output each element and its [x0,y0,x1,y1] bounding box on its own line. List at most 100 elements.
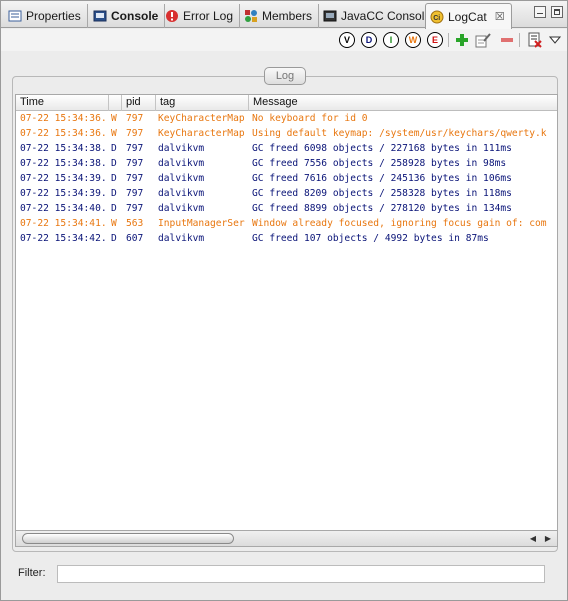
tab-properties[interactable]: Properties [4,4,88,28]
tab-label: Console [111,9,159,23]
tab-members[interactable]: Members [240,4,320,28]
cell-time: 07-22 15:34:38. [20,158,107,169]
log-table[interactable]: Time pid tag Message 07-22 15:34:36. W 797… [15,94,558,531]
cell-message: Using default keymap: /system/usr/keycha… [252,128,547,139]
table-row[interactable]: 07-22 15:34:39. D 797 dalvikvm GC freed 8209… [16,186,557,201]
cell-level: D [111,173,117,184]
cell-level: D [111,203,117,214]
cell-message: GC freed 107 objects / 4992 bytes in 87m… [252,233,489,244]
cell-tag: KeyCharacterMap [158,128,245,139]
info-level-button[interactable]: I [383,32,399,48]
cell-tag: dalvikvm [158,188,205,199]
view-menu-icon[interactable] [547,32,563,48]
cell-time: 07-22 15:34:39. [20,188,107,199]
tab-label: LogCat [448,9,487,24]
edit-filter-icon[interactable] [475,32,491,48]
table-row[interactable]: 07-22 15:34:39. D 797 dalvikvm GC freed 7616… [16,171,557,186]
info-letter: I [389,35,393,45]
add-filter-icon[interactable] [454,32,470,48]
column-header-level[interactable] [109,95,122,111]
cell-message: No keyboard for id 0 [252,113,368,124]
cell-level: D [111,143,117,154]
log-rows: 07-22 15:34:36. W 797 KeyCharacterMap No key… [16,111,557,246]
tab-label: JavaCC Consol [341,9,425,23]
cell-time: 07-22 15:34:40. [20,203,107,214]
minimize-view-button[interactable] [534,6,546,18]
scroll-left-arrow-icon[interactable]: ◀ [526,532,540,545]
cell-time: 07-22 15:34:36. [20,113,107,124]
table-row[interactable]: 07-22 15:34:36. W 797 KeyCharacterMap Using … [16,126,557,141]
cell-level: W [111,218,117,229]
cell-pid: 797 [126,173,144,184]
tab-logcat[interactable]: Ci LogCat ☒ [425,3,512,29]
tab-bar: Properties Console Error Log Members Jav… [1,1,567,29]
cell-tag: dalvikvm [158,203,205,214]
cell-level: W [111,128,117,139]
cell-pid: 797 [126,188,144,199]
remove-filter-icon[interactable] [499,32,515,48]
filter-input[interactable] [57,565,545,583]
table-row[interactable]: 07-22 15:34:38. D 797 dalvikvm GC freed 6098… [16,141,557,156]
cell-time: 07-22 15:34:39. [20,173,107,184]
table-row[interactable]: 07-22 15:34:38. D 797 dalvikvm GC freed 7556… [16,156,557,171]
cell-tag: dalvikvm [158,233,205,244]
tab-error-log[interactable]: Error Log [161,4,241,28]
error-log-icon [165,9,179,23]
svg-text:Ci: Ci [433,15,440,22]
cell-pid: 797 [126,143,144,154]
column-header-pid[interactable]: pid [122,95,156,111]
cell-level: D [111,158,117,169]
table-header: Time pid tag Message [16,95,557,111]
column-header-message[interactable]: Message [249,95,557,111]
cell-pid: 797 [126,128,144,139]
tab-javacc-console[interactable]: JavaCC Consol [319,4,432,28]
verbose-level-button[interactable]: V [339,32,355,48]
cell-message: GC freed 7616 objects / 245136 bytes in … [252,173,512,184]
logcat-view: Properties Console Error Log Members Jav… [0,0,568,601]
table-row[interactable]: 07-22 15:34:40. D 797 dalvikvm GC freed 8899… [16,201,557,216]
cell-tag: dalvikvm [158,173,205,184]
maximize-view-button[interactable] [551,6,563,18]
error-letter: E [431,35,438,45]
filter-label: Filter: [18,567,46,579]
tab-label: Properties [26,9,81,23]
cell-message: GC freed 7556 objects / 258928 bytes in … [252,158,507,169]
cell-level: D [111,188,117,199]
cell-time: 07-22 15:34:38. [20,143,107,154]
warning-letter: W [408,35,418,45]
horizontal-scrollbar[interactable]: ◀ ▶ [15,531,558,547]
cell-tag: dalvikvm [158,143,205,154]
debug-level-button[interactable]: D [361,32,377,48]
cell-pid: 607 [126,233,144,244]
verbose-letter: V [343,35,350,45]
clear-log-icon[interactable] [527,32,543,48]
table-row[interactable]: 07-22 15:34:42. D 607 dalvikvm GC freed 107 … [16,231,557,246]
cell-pid: 797 [126,203,144,214]
logcat-icon: Ci [430,10,444,24]
javacc-console-icon [323,9,337,23]
close-tab-icon[interactable]: ☒ [495,10,505,23]
column-header-time[interactable]: Time [16,95,109,111]
column-header-tag[interactable]: tag [156,95,249,111]
error-level-button[interactable]: E [427,32,443,48]
table-row[interactable]: 07-22 15:34:41. W 563 InputManagerSer Window… [16,216,557,231]
cell-pid: 797 [126,113,144,124]
cell-tag: dalvikvm [158,158,205,169]
tab-console[interactable]: Console [89,4,166,28]
tab-label: Error Log [183,9,234,23]
cell-message: GC freed 8209 objects / 258328 bytes in … [252,188,512,199]
properties-icon [8,9,22,23]
scrollbar-thumb[interactable] [22,533,234,544]
warning-level-button[interactable]: W [405,32,421,48]
cell-tag: InputManagerSer [158,218,245,229]
cell-level: D [111,233,117,244]
cell-pid: 563 [126,218,144,229]
cell-message: GC freed 6098 objects / 227168 bytes in … [252,143,512,154]
members-icon [244,9,258,23]
scroll-right-arrow-icon[interactable]: ▶ [541,532,555,545]
table-row[interactable]: 07-22 15:34:36. W 797 KeyCharacterMap No key… [16,111,557,126]
debug-letter: D [365,35,373,45]
cell-pid: 797 [126,158,144,169]
cell-message: Window already focused, ignoring focus g… [252,218,547,229]
cell-message: GC freed 8899 objects / 278120 bytes in … [252,203,512,214]
